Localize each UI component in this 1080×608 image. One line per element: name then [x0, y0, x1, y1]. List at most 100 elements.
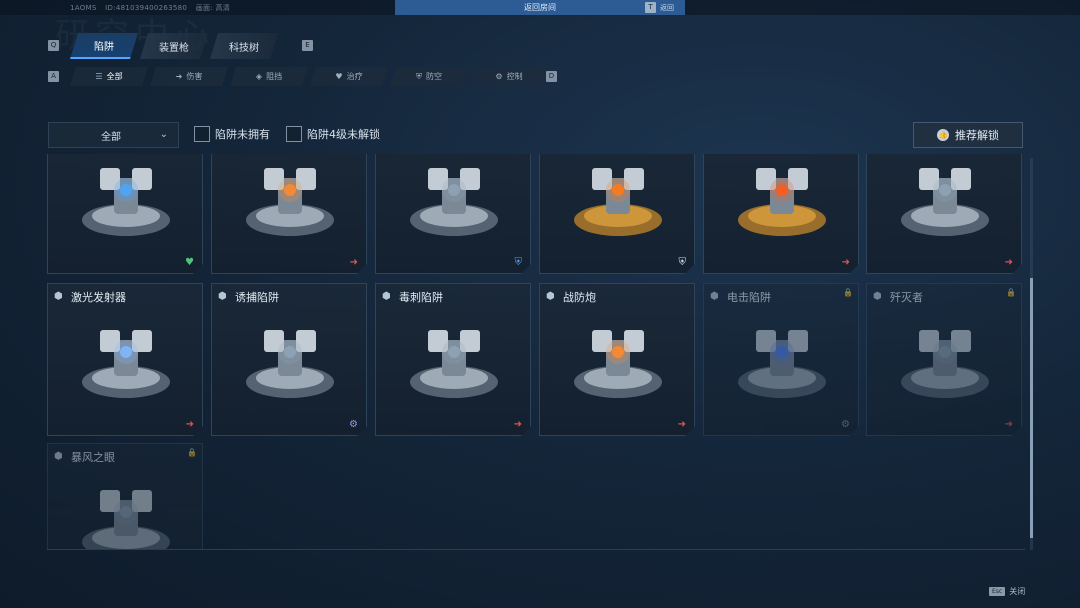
cube-icon: ⬢: [54, 291, 63, 302]
trap-card[interactable]: 4 ⛨: [539, 154, 695, 274]
card-title: 激光发射器: [71, 291, 126, 304]
checkbox-not-owned[interactable]: 陷阱未拥有: [194, 126, 270, 142]
trap-image: [70, 312, 182, 412]
scrollbar[interactable]: [1030, 158, 1033, 550]
filter-prev-key: A: [48, 71, 59, 82]
filter-label: 全部: [106, 72, 123, 81]
cube-icon: ⬢: [382, 291, 391, 302]
cube-icon: ⬢: [873, 291, 882, 302]
esc-key: Esc: [989, 587, 1006, 596]
arrow-icon[interactable]: ➜: [1005, 257, 1013, 268]
trap-grid: 4 ♥ ➜4 ⛨4: [47, 154, 1025, 550]
filter-label: 阻挡: [266, 72, 283, 81]
card-title: 歼灭者: [890, 291, 923, 304]
shield-icon: ◈: [255, 72, 263, 81]
tab-devices[interactable]: 装置枪: [140, 33, 208, 59]
category-dropdown[interactable]: 全部 ⌄: [48, 122, 179, 148]
filter-label: 防空: [426, 72, 442, 81]
arrow-icon: ➜: [175, 72, 183, 81]
return-room-label: 返回房间: [524, 3, 556, 12]
shield-plane-icon: ⛨: [416, 71, 422, 81]
trap-image: [726, 312, 838, 412]
card-title: 战防炮: [563, 291, 596, 304]
card-header: ⬢ 歼灭者: [873, 289, 923, 305]
card-title: 诱捕陷阱: [235, 291, 279, 304]
gear-icon[interactable]: ⚙: [841, 419, 850, 430]
filter-block[interactable]: ◈ 阻挡: [230, 67, 308, 86]
trap-card[interactable]: ⬢ 激光发射器 ➜: [47, 283, 203, 436]
tab-prev-key: Q: [48, 40, 59, 51]
tab-tech-tree[interactable]: 科技树: [210, 33, 278, 59]
scrollbar-thumb[interactable]: [1030, 278, 1033, 538]
cube-icon: ⬢: [710, 291, 719, 302]
trap-image: [889, 312, 1001, 412]
trap-card[interactable]: 4 ♥: [47, 154, 203, 274]
gear-icon: ⚙: [495, 72, 503, 81]
tab-label: 装置枪: [159, 42, 189, 54]
tab-next-key: E: [302, 40, 313, 51]
close-hint[interactable]: Esc 关闭: [989, 586, 1025, 597]
shield-icon[interactable]: ⛨: [515, 257, 523, 268]
trap-image: [398, 312, 510, 412]
card-title: 暴风之眼: [71, 451, 115, 464]
tab-traps[interactable]: 陷阱: [70, 33, 138, 59]
checkbox-level4[interactable]: 陷阱4级未解锁: [286, 126, 380, 142]
filter-label: 控制: [506, 72, 523, 81]
arrow-icon[interactable]: ➜: [842, 257, 850, 268]
tab-label: 陷阱: [94, 41, 114, 53]
trap-card[interactable]: ⬢ 毒刺陷阱 ➜: [375, 283, 531, 436]
trap-card[interactable]: 4 ➜: [703, 154, 859, 274]
trap-card[interactable]: ➜: [866, 154, 1022, 274]
recommend-label: 推荐解锁: [955, 129, 999, 142]
list-icon: ☰: [95, 72, 103, 81]
card-header: ⬢ 诱捕陷阱: [218, 289, 279, 305]
thumbs-up-icon: 👍: [937, 129, 949, 141]
checkbox-box[interactable]: [194, 126, 210, 142]
card-header: ⬢ 激光发射器: [54, 289, 126, 305]
filter-control[interactable]: ⚙ 控制: [470, 67, 548, 86]
cube-icon: ⬢: [546, 291, 555, 302]
card-title: 电击陷阱: [727, 291, 771, 304]
dropdown-value: 全部: [101, 131, 121, 143]
card-title: 毒刺陷阱: [399, 291, 443, 304]
filter-heal[interactable]: ♥ 治疗: [310, 67, 388, 86]
filter-label: 治疗: [346, 72, 363, 81]
close-label: 关闭: [1009, 587, 1026, 596]
heart-icon: ♥: [335, 72, 343, 81]
recommend-unlock-button[interactable]: 👍 推荐解锁: [913, 122, 1023, 148]
card-header: ⬢ 电击陷阱: [710, 289, 771, 305]
arrow-icon[interactable]: ➜: [350, 257, 358, 268]
trap-card[interactable]: ⬢ 诱捕陷阱 ⚙: [211, 283, 367, 436]
trap-card[interactable]: ⬢ 暴风之眼 🔒: [47, 443, 203, 550]
trap-card[interactable]: ⬢ 电击陷阱 🔒 ⚙: [703, 283, 859, 436]
filter-anti-air[interactable]: ⛨ 防空: [390, 67, 468, 86]
trap-card[interactable]: 4 ⛨: [375, 154, 531, 274]
cube-icon: ⬢: [218, 291, 227, 302]
return-back-label: 返回: [660, 4, 674, 12]
chevron-down-icon: ⌄: [159, 129, 168, 140]
lock-icon: 🔒: [1006, 288, 1016, 297]
lock-icon: 🔒: [843, 288, 853, 297]
card-header: ⬢ 毒刺陷阱: [382, 289, 443, 305]
heart-icon[interactable]: ♥: [185, 257, 194, 268]
trap-image: [726, 154, 838, 250]
filter-damage[interactable]: ➜ 伤害: [150, 67, 228, 86]
trap-image: [889, 154, 1001, 250]
filter-all[interactable]: ☰ 全部: [70, 67, 148, 86]
checkbox-box[interactable]: [286, 126, 302, 142]
card-header: ⬢ 暴风之眼: [54, 449, 115, 465]
gear-icon[interactable]: ⚙: [349, 419, 358, 430]
filter-label: 伤害: [186, 72, 203, 81]
trap-card[interactable]: ⬢ 战防炮 ➜: [539, 283, 695, 436]
trap-image: [398, 154, 510, 250]
return-room-button[interactable]: 返回房间 T 返回: [395, 0, 685, 15]
arrow-icon[interactable]: ➜: [514, 419, 522, 430]
trap-card[interactable]: ⬢ 歼灭者 🔒 ➜: [866, 283, 1022, 436]
arrow-icon[interactable]: ➜: [1005, 419, 1013, 430]
trap-card[interactable]: ➜: [211, 154, 367, 274]
lock-icon: 🔒: [187, 448, 197, 457]
return-key-hint: T: [645, 2, 656, 13]
arrow-icon[interactable]: ➜: [678, 419, 686, 430]
arrow-icon[interactable]: ➜: [186, 419, 194, 430]
shield-icon[interactable]: ⛨: [679, 257, 687, 268]
